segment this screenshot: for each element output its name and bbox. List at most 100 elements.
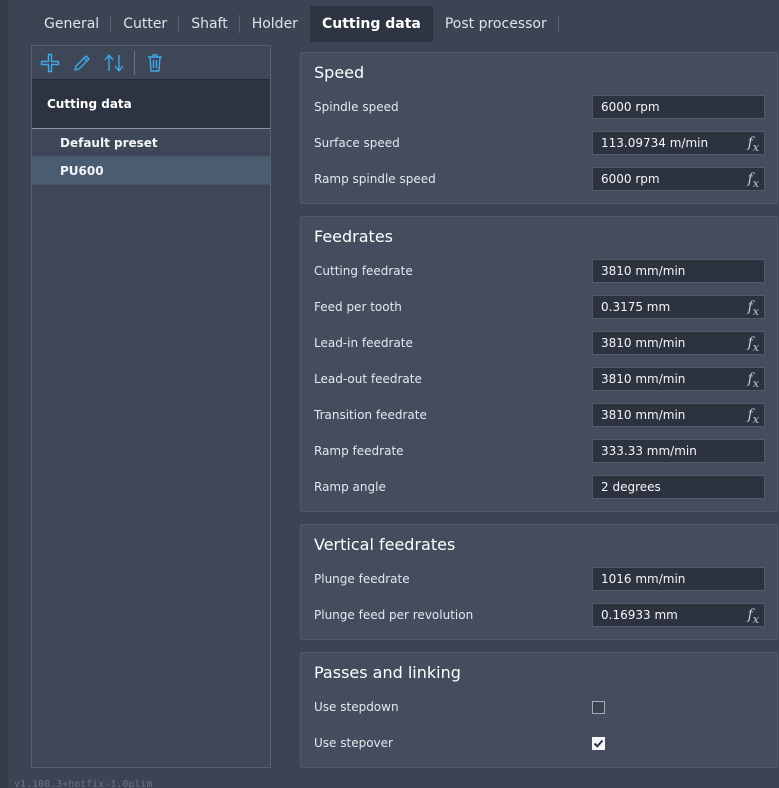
form-row: Plunge feed per revolution 0.16933 mm fx: [301, 597, 777, 633]
tab-holder[interactable]: Holder: [240, 6, 310, 42]
tab-label: Holder: [251, 16, 298, 32]
formula-fx-icon[interactable]: fx: [748, 171, 759, 190]
field-value: 113.09734 m/min: [601, 136, 709, 150]
tab-bar: General Cutter Shaft Holder Cutting data…: [32, 6, 779, 42]
field-label: Feed per tooth: [314, 300, 402, 314]
field-label: Cutting feedrate: [314, 264, 413, 278]
field-value: 3810 mm/min: [601, 264, 686, 278]
form-row: Transition feedrate 3810 mm/min fx: [301, 397, 777, 433]
fx-x: x: [752, 612, 759, 626]
preset-item-label: Default preset: [60, 135, 158, 150]
left-edge-strip: [0, 0, 8, 788]
add-preset-button[interactable]: [38, 51, 62, 75]
toolbar-separator: [134, 50, 135, 75]
field-label: Surface speed: [314, 136, 400, 150]
field-value: 3810 mm/min: [601, 336, 686, 350]
lead-out-feedrate-input[interactable]: 3810 mm/min fx: [592, 367, 765, 391]
use-stepover-checkbox[interactable]: [592, 736, 605, 750]
fx-x: x: [752, 340, 759, 354]
tab-post-processor[interactable]: Post processor: [433, 6, 559, 42]
ramp-feedrate-input[interactable]: 333.33 mm/min: [592, 439, 765, 463]
form-row: Feed per tooth 0.3175 mm fx: [301, 289, 777, 325]
field-value: 3810 mm/min: [601, 408, 686, 422]
preset-toolbar: [32, 46, 270, 79]
delete-trash-icon: [148, 53, 162, 72]
tab-label: General: [44, 16, 100, 32]
fx-x: x: [752, 376, 759, 390]
fx-x: x: [752, 412, 759, 426]
field-label: Lead-in feedrate: [314, 336, 413, 350]
field-value: 333.33 mm/min: [601, 444, 697, 458]
add-icon: [40, 53, 60, 72]
preset-panel: Cutting data Default preset PU600: [31, 45, 271, 768]
field-label: Plunge feedrate: [314, 572, 410, 586]
fx-x: x: [752, 140, 759, 154]
use-stepdown-checkbox[interactable]: [592, 700, 605, 714]
form-row: Plunge feedrate 1016 mm/min: [301, 561, 777, 597]
spindle-speed-input[interactable]: 6000 rpm: [592, 95, 765, 119]
plunge-feed-per-revolution-input[interactable]: 0.16933 mm fx: [592, 603, 765, 627]
field-label: Ramp angle: [314, 480, 386, 494]
speed-group: Speed Spindle speed 6000 rpm Surface spe…: [300, 52, 778, 204]
plunge-feedrate-input[interactable]: 1016 mm/min: [592, 567, 765, 591]
form-row: Use stepover: [301, 725, 777, 761]
tab-label: Shaft: [191, 16, 228, 32]
field-value: 0.16933 mm: [601, 608, 678, 622]
field-value: 0.3175 mm: [601, 300, 671, 314]
form-row: Ramp angle 2 degrees: [301, 469, 777, 505]
checkmark-icon: [593, 739, 604, 748]
field-label: Use stepdown: [314, 700, 399, 714]
fx-x: x: [752, 176, 759, 190]
form-row: Ramp feedrate 333.33 mm/min: [301, 433, 777, 469]
formula-fx-icon[interactable]: fx: [748, 299, 759, 318]
form-row: Surface speed 113.09734 m/min fx: [301, 125, 777, 161]
ramp-angle-input[interactable]: 2 degrees: [592, 475, 765, 499]
formula-fx-icon[interactable]: fx: [748, 407, 759, 426]
tab-separator: [557, 15, 559, 33]
formula-fx-icon[interactable]: fx: [748, 335, 759, 354]
field-label: Transition feedrate: [314, 408, 427, 422]
form-row: Lead-in feedrate 3810 mm/min fx: [301, 325, 777, 361]
tab-cutting-data[interactable]: Cutting data: [309, 6, 433, 42]
edit-preset-button[interactable]: [70, 51, 94, 75]
feed-per-tooth-input[interactable]: 0.3175 mm fx: [592, 295, 765, 319]
vertical-feedrates-group: Vertical feedrates Plunge feedrate 1016 …: [300, 524, 778, 640]
field-label: Ramp spindle speed: [314, 172, 436, 186]
feedrates-group: Feedrates Cutting feedrate 3810 mm/min F…: [300, 216, 778, 512]
form-row: Spindle speed 6000 rpm: [301, 89, 777, 125]
group-title: Vertical feedrates: [314, 535, 456, 554]
cutting-data-form[interactable]: Speed Spindle speed 6000 rpm Surface spe…: [300, 52, 779, 768]
lead-in-feedrate-input[interactable]: 3810 mm/min fx: [592, 331, 765, 355]
formula-fx-icon[interactable]: fx: [748, 371, 759, 390]
formula-fx-icon[interactable]: fx: [748, 135, 759, 154]
fx-x: x: [752, 304, 759, 318]
passes-linking-group: Passes and linking Use stepdown Use step…: [300, 652, 778, 768]
form-row: Use stepdown: [301, 689, 777, 725]
field-label: Use stepover: [314, 736, 393, 750]
preset-item-default[interactable]: Default preset: [32, 129, 270, 157]
preset-item-pu600[interactable]: PU600: [32, 157, 270, 185]
field-value: 6000 rpm: [601, 100, 660, 114]
field-value: 1016 mm/min: [601, 572, 686, 586]
field-label: Lead-out feedrate: [314, 372, 422, 386]
transition-feedrate-input[interactable]: 3810 mm/min fx: [592, 403, 765, 427]
form-row: Lead-out feedrate 3810 mm/min fx: [301, 361, 777, 397]
group-title: Feedrates: [314, 227, 394, 246]
sort-icon: [104, 53, 124, 72]
formula-fx-icon[interactable]: fx: [748, 607, 759, 626]
version-label: v1.108.3+hotfix-1.0plim: [14, 779, 153, 788]
field-value: 2 degrees: [601, 480, 661, 494]
ramp-spindle-speed-input[interactable]: 6000 rpm fx: [592, 167, 765, 191]
edit-pencil-icon: [74, 54, 90, 71]
surface-speed-input[interactable]: 113.09734 m/min fx: [592, 131, 765, 155]
field-label: Plunge feed per revolution: [314, 608, 474, 622]
tab-cutter[interactable]: Cutter: [111, 6, 180, 42]
group-title: Speed: [314, 63, 365, 82]
group-title: Passes and linking: [314, 663, 461, 682]
cutting-feedrate-input[interactable]: 3810 mm/min: [592, 259, 765, 283]
tab-general[interactable]: General: [32, 6, 112, 42]
delete-preset-button[interactable]: [143, 51, 167, 75]
tab-shaft[interactable]: Shaft: [179, 6, 240, 42]
field-label: Spindle speed: [314, 100, 399, 114]
sort-presets-button[interactable]: [102, 51, 126, 75]
